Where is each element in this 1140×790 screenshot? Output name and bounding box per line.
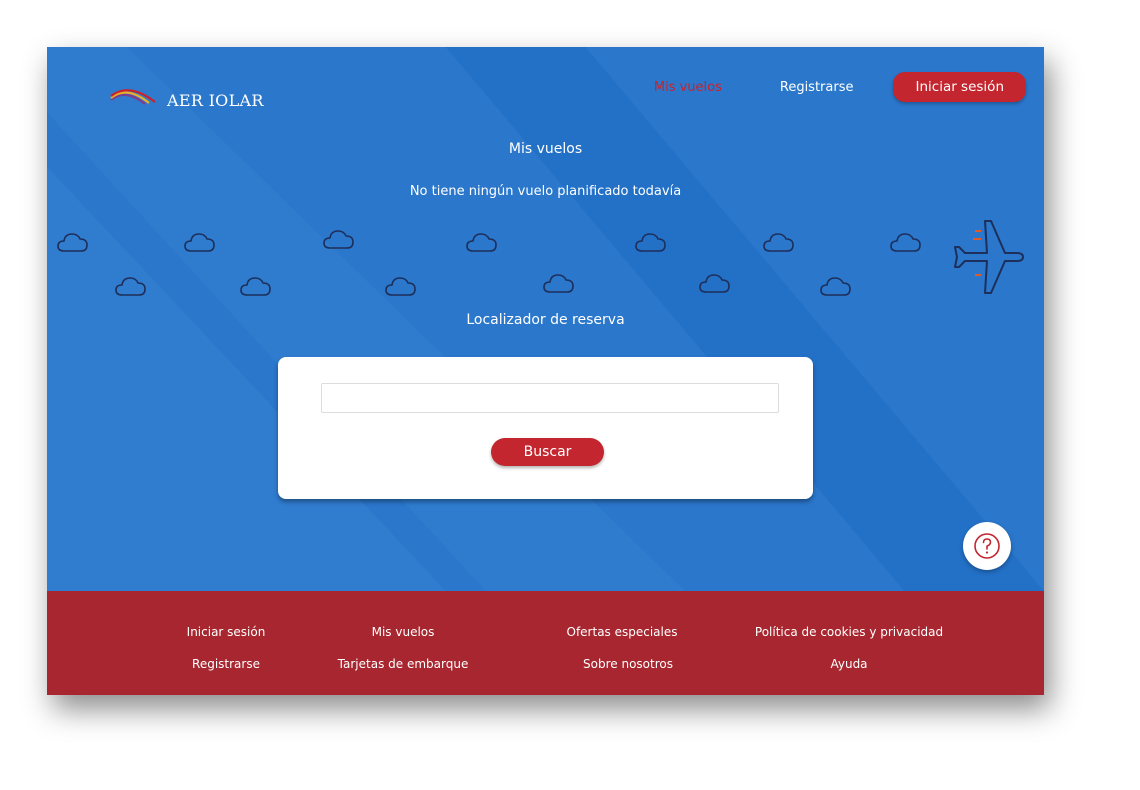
cloud-icon	[635, 230, 667, 254]
cloud-icon	[57, 230, 89, 254]
booking-locator-input[interactable]	[321, 383, 779, 413]
footer-link-about-us[interactable]: Sobre nosotros	[583, 657, 673, 671]
brand-logo[interactable]: AER IOLAR	[109, 85, 264, 110]
locator-card: Buscar	[278, 357, 813, 499]
booking-locator-label: Localizador de reserva	[466, 312, 625, 328]
app-window: AER IOLAR Mis vuelos Registrarse Iniciar…	[47, 47, 1044, 695]
page-title: Mis vuelos	[508, 141, 583, 157]
cloud-icon	[385, 274, 417, 298]
footer-link-cookie-policy[interactable]: Política de cookies y privacidad	[755, 625, 943, 639]
hero-section: AER IOLAR Mis vuelos Registrarse Iniciar…	[47, 47, 1044, 591]
question-mark-icon	[974, 533, 1000, 559]
footer-link-my-flights[interactable]: Mis vuelos	[372, 625, 435, 639]
cloud-icon	[699, 271, 731, 295]
cloud-icon	[820, 274, 852, 298]
empty-flights-message: No tiene ningún vuelo planificado todaví…	[409, 184, 682, 199]
footer-link-help[interactable]: Ayuda	[830, 657, 867, 671]
cloud-icon	[184, 230, 216, 254]
nav-my-flights[interactable]: Mis vuelos	[654, 80, 722, 95]
cloud-icon	[240, 274, 272, 298]
top-nav: Mis vuelos Registrarse Iniciar sesión	[654, 72, 1026, 102]
footer-link-login[interactable]: Iniciar sesión	[187, 625, 266, 639]
cloud-icon	[115, 274, 147, 298]
footer-link-boarding-passes[interactable]: Tarjetas de embarque	[338, 657, 469, 671]
cloud-icon	[466, 230, 498, 254]
site-footer: Iniciar sesión Registrarse Mis vuelos Ta…	[47, 591, 1044, 695]
help-button[interactable]	[963, 522, 1011, 570]
nav-register[interactable]: Registrarse	[780, 80, 854, 95]
cloud-icon	[890, 230, 922, 254]
footer-link-register[interactable]: Registrarse	[192, 657, 260, 671]
brand-name: AER IOLAR	[167, 91, 264, 110]
cloud-icon	[323, 227, 355, 251]
airplane-icon	[954, 220, 1024, 294]
wing-stripes-logo-icon	[110, 88, 156, 105]
search-button[interactable]: Buscar	[491, 438, 604, 466]
footer-link-special-offers[interactable]: Ofertas especiales	[567, 625, 678, 639]
login-button[interactable]: Iniciar sesión	[893, 72, 1026, 102]
cloud-icon	[763, 230, 795, 254]
cloud-icon	[543, 271, 575, 295]
